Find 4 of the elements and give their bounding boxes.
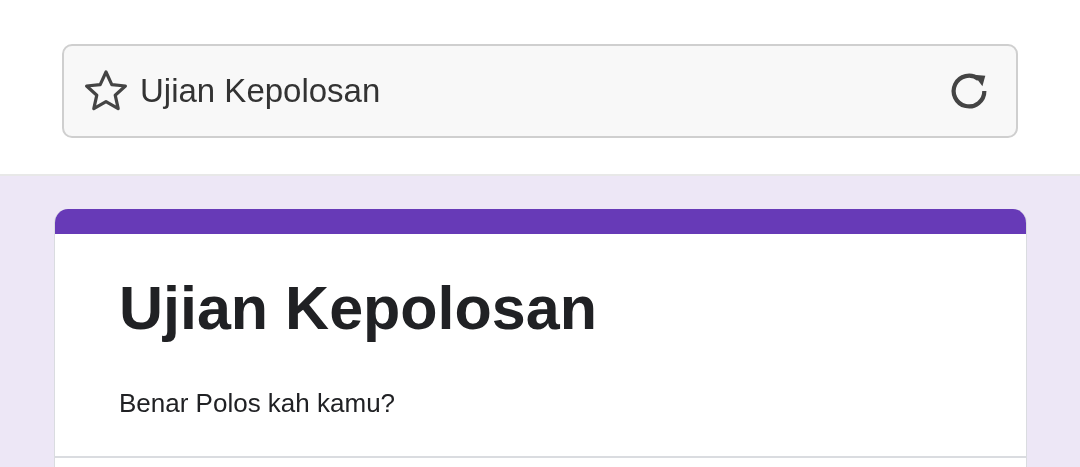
page-title: Ujian Kepolosan [140,72,382,110]
address-bar[interactable]: Ujian Kepolosan [62,44,1018,138]
form-description: Benar Polos kah kamu? [119,388,397,419]
form-title: Ujian Kepolosan [119,273,598,344]
